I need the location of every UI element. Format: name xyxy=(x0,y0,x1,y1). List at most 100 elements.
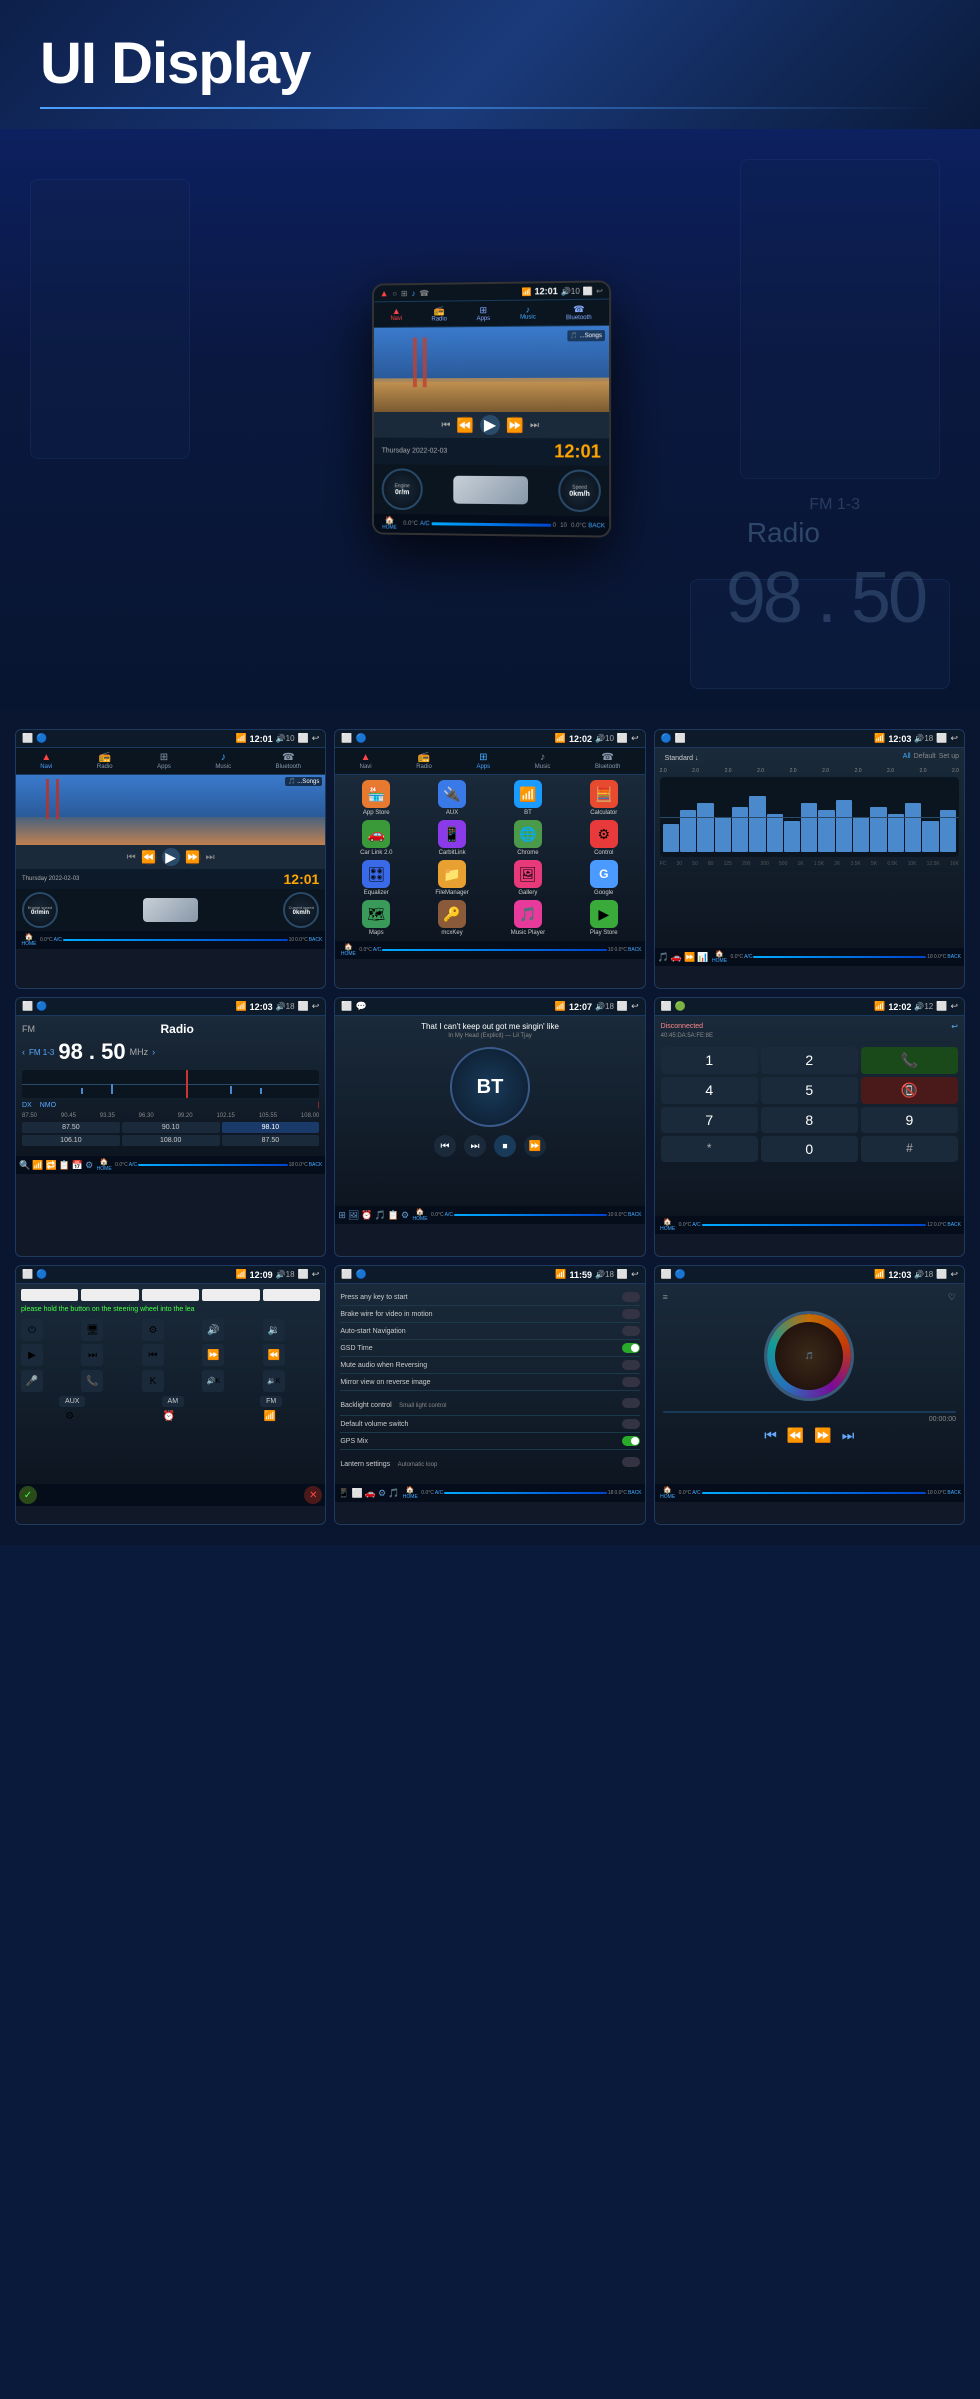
steer-cancel-btn[interactable]: ✕ xyxy=(304,1486,322,1504)
app-control[interactable]: ⚙Control xyxy=(568,820,640,856)
bt-logo-circle: BT xyxy=(450,1047,530,1127)
steer-mic[interactable]: 🎤 xyxy=(21,1370,43,1392)
topbar-music: ⬜🔵 📶 12:03 🔊18 ⬜ ↩ xyxy=(655,1266,964,1284)
toggle-press-any-key-switch[interactable] xyxy=(622,1292,640,1302)
key-7[interactable]: 7 xyxy=(661,1107,758,1133)
app-carlink[interactable]: 🚗Car Link 2.0 xyxy=(340,820,412,856)
hero-radio-label-bg: Radio xyxy=(747,517,820,549)
steer-skip-prev[interactable]: ⏮ xyxy=(142,1344,164,1366)
radio-freq-1[interactable]: 87.50 xyxy=(22,1122,120,1133)
hero-section: 98 . 50 Radio FM 1-3 ▲ ○ ⊞ ♪ ☎ 📶 12:01 🔊… xyxy=(0,129,980,709)
eq-setup-btn[interactable]: Set up xyxy=(939,753,959,764)
steer-power[interactable]: ⏻ xyxy=(21,1319,43,1341)
key-star[interactable]: * xyxy=(661,1136,758,1162)
bg-screen-right xyxy=(740,159,940,479)
bt-stop[interactable]: ⏹ xyxy=(494,1135,516,1157)
nav-navi[interactable]: ▲ Navi xyxy=(40,752,52,770)
steer-set2[interactable]: ⏰ xyxy=(163,1411,175,1422)
music-ff[interactable]: ⏩ xyxy=(814,1427,831,1444)
bt-next-song[interactable]: ⏭ xyxy=(464,1135,486,1157)
toggle-gps-switch[interactable] xyxy=(622,1436,640,1446)
app-appstore[interactable]: 🏪App Store xyxy=(340,780,412,816)
nav-bt-apps[interactable]: ☎Bluetooth xyxy=(595,752,620,770)
app-google[interactable]: GGoogle xyxy=(568,860,640,896)
key-8[interactable]: 8 xyxy=(761,1107,858,1133)
toggle-brake-switch[interactable] xyxy=(622,1309,640,1319)
steer-bluetooth[interactable]: 📶 xyxy=(264,1411,276,1422)
app-filemanager[interactable]: 📁FileManager xyxy=(416,860,488,896)
toggle-navi-switch[interactable] xyxy=(622,1326,640,1336)
radio-arrow-right[interactable]: › xyxy=(152,1047,155,1057)
steer-settings[interactable]: ⚙ xyxy=(142,1319,164,1341)
steer-vol-down[interactable]: 🔉 xyxy=(263,1319,285,1341)
toggle-lantern-switch[interactable] xyxy=(622,1457,640,1467)
nav-apps[interactable]: ⊞ Apps xyxy=(157,752,171,770)
music-rew[interactable]: ⏪ xyxy=(787,1427,804,1444)
toggle-gsd-switch[interactable] xyxy=(622,1343,640,1353)
app-calculator[interactable]: 🧮Calculator xyxy=(568,780,640,816)
key-hash[interactable]: # xyxy=(861,1136,958,1162)
nav-music-apps[interactable]: ♪Music xyxy=(535,752,551,770)
app-maps[interactable]: 🗺Maps xyxy=(340,900,412,936)
toggle-vol-switch[interactable] xyxy=(622,1419,640,1429)
nav-bluetooth[interactable]: ☎ Bluetooth xyxy=(276,752,301,770)
steer-k1[interactable]: K xyxy=(142,1370,164,1392)
app-carbitlink[interactable]: 📱CarbitLink xyxy=(416,820,488,856)
steer-media[interactable]: ▶ xyxy=(21,1344,43,1366)
radio-fm-label: FM xyxy=(22,1024,35,1034)
bt-prev[interactable]: ⏮ xyxy=(434,1135,456,1157)
music-progress-bar[interactable] xyxy=(663,1411,956,1413)
toggle-mute-switch[interactable] xyxy=(622,1360,640,1370)
nav-radio-apps[interactable]: 📻Radio xyxy=(416,752,432,770)
app-musicplayer[interactable]: 🎵Music Player xyxy=(492,900,564,936)
steer-vol-up[interactable]: 🔊 xyxy=(202,1319,224,1341)
radio-arrow-left[interactable]: ‹ xyxy=(22,1047,25,1057)
nav-radio[interactable]: 📻 Radio xyxy=(97,752,113,770)
eq-all-btn[interactable]: All xyxy=(903,753,911,764)
app-playstore[interactable]: ▶Play Store xyxy=(568,900,640,936)
eq-default-btn[interactable]: Default xyxy=(914,753,936,764)
steer-vol-k2[interactable]: 🔉K xyxy=(263,1370,285,1392)
radio-freq-3[interactable]: 98.10 xyxy=(222,1122,320,1133)
key-0[interactable]: 0 xyxy=(761,1136,858,1162)
key-hangup[interactable]: 📵 xyxy=(861,1077,958,1104)
steer-fm[interactable]: FM xyxy=(260,1396,282,1407)
steer-phone[interactable]: 📞 xyxy=(81,1370,103,1392)
music-prev[interactable]: ⏮ xyxy=(764,1427,777,1444)
nav-navi-apps[interactable]: ▲Navi xyxy=(360,752,372,770)
radio-freq-6[interactable]: 87.50 xyxy=(222,1135,320,1146)
steer-am[interactable]: AM xyxy=(162,1396,185,1407)
steer-set1[interactable]: ⚙ xyxy=(65,1411,74,1422)
key-2[interactable]: 2 xyxy=(761,1047,858,1074)
radio-freq-4[interactable]: 106.10 xyxy=(22,1135,120,1146)
steer-ff[interactable]: ⏩ xyxy=(202,1344,224,1366)
steering-instruction: please hold the button on the steering w… xyxy=(21,1306,320,1313)
toggle-backlight-switch[interactable] xyxy=(622,1398,640,1408)
steer-screen[interactable]: 🖥 xyxy=(81,1319,103,1341)
hero-fm-label-bg: FM 1-3 xyxy=(809,496,860,514)
toggle-mirror-switch[interactable] xyxy=(622,1377,640,1387)
app-gallery[interactable]: 🖼Gallery xyxy=(492,860,564,896)
steer-rew[interactable]: ⏪ xyxy=(263,1344,285,1366)
app-equalizer[interactable]: 🎛Equalizer xyxy=(340,860,412,896)
key-4[interactable]: 4 xyxy=(661,1077,758,1104)
app-aux[interactable]: 🔌AUX xyxy=(416,780,488,816)
radio-freq-5[interactable]: 108.00 xyxy=(122,1135,220,1146)
app-mcxkey[interactable]: 🔑mcxKey xyxy=(416,900,488,936)
key-call[interactable]: 📞 xyxy=(861,1047,958,1074)
app-bt[interactable]: 📶BT xyxy=(492,780,564,816)
music-next[interactable]: ⏭ xyxy=(842,1427,855,1444)
nav-music[interactable]: ♪ Music xyxy=(215,752,231,770)
steer-confirm-btn[interactable]: ✓ xyxy=(19,1486,37,1504)
app-chrome[interactable]: 🌐Chrome xyxy=(492,820,564,856)
key-1[interactable]: 1 xyxy=(661,1047,758,1074)
steer-skip[interactable]: ⏭ xyxy=(81,1344,103,1366)
steer-vol-k[interactable]: 🔊K xyxy=(202,1370,224,1392)
key-9[interactable]: 9 xyxy=(861,1107,958,1133)
nav-apps-apps[interactable]: ⊞Apps xyxy=(476,752,490,770)
bt-ff[interactable]: ⏩ xyxy=(524,1135,546,1157)
steer-aux[interactable]: AUX xyxy=(59,1396,85,1407)
toggle-mute: Mute audio when Reversing xyxy=(340,1362,427,1369)
radio-freq-2[interactable]: 90.10 xyxy=(122,1122,220,1133)
key-5[interactable]: 5 xyxy=(761,1077,858,1104)
